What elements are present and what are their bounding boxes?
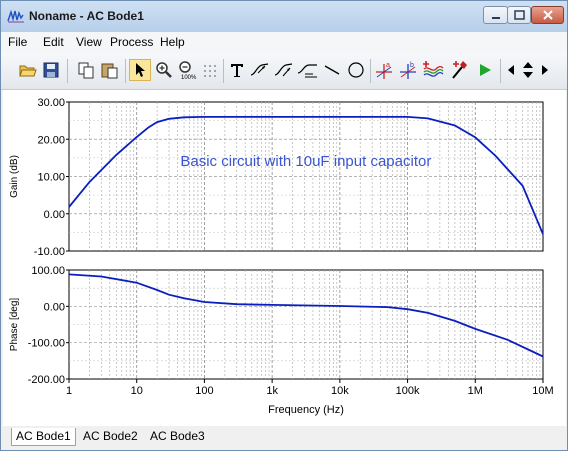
scroll-left-button[interactable] <box>504 59 518 81</box>
window-title: Noname - AC Bode1 <box>29 9 144 23</box>
zoom-100-button[interactable]: 100% <box>176 59 198 81</box>
menu-file[interactable]: File <box>8 35 27 49</box>
cursor-a-icon: a <box>376 62 392 79</box>
y-tick-label: 10.00 <box>37 172 65 184</box>
tab-ac-bode3[interactable]: AC Bode3 <box>146 428 209 446</box>
chart-annotation: Basic circuit with 10uF input capacitor <box>180 153 431 170</box>
close-button[interactable] <box>531 6 564 24</box>
add-trace-icon <box>423 61 444 77</box>
line-tool-button[interactable] <box>321 59 343 81</box>
maximize-button[interactable] <box>507 6 531 24</box>
toolbar-separator <box>370 59 371 83</box>
menu-bar: File Edit View Process Help <box>1 32 567 53</box>
y-tick-label: -10.00 <box>34 246 65 258</box>
copy-button[interactable] <box>75 59 97 81</box>
cursor-a-button[interactable]: a <box>373 59 395 81</box>
paste-icon <box>101 63 118 79</box>
svg-text:b: b <box>410 62 414 69</box>
text-tool-button[interactable] <box>226 59 248 81</box>
scroll-updown-button[interactable] <box>519 59 537 81</box>
menu-help[interactable]: Help <box>160 35 185 49</box>
toolbar: 100% a b <box>1 53 567 90</box>
label-icon <box>297 64 317 78</box>
maximize-icon <box>514 10 525 20</box>
menu-process[interactable]: Process <box>110 35 153 49</box>
scroll-left-icon <box>508 65 514 75</box>
run-icon <box>480 64 491 76</box>
zoom-in-button[interactable] <box>153 59 175 81</box>
grid-button[interactable] <box>200 59 222 81</box>
x-tick-label: 100 <box>195 385 213 397</box>
probe-icon <box>452 61 467 79</box>
y-tick-label: 30.00 <box>37 97 65 109</box>
y-axis-label: Gain (dB) <box>9 155 20 198</box>
tab-ac-bode2[interactable]: AC Bode2 <box>79 428 142 446</box>
plot-area[interactable]: 30.00 20.00 10.00 0.00 -10.00 Gain (dB) Basic … <box>3 90 566 426</box>
paste-button[interactable] <box>99 59 121 81</box>
x-axis-label: Frequency (Hz) <box>268 404 344 416</box>
svg-text:100%: 100% <box>181 75 197 80</box>
y-tick-label: 100.00 <box>31 265 65 277</box>
y-tick-label: 0.00 <box>44 209 65 221</box>
pointer-button[interactable] <box>129 59 151 81</box>
ellipse-tool-button[interactable] <box>345 59 367 81</box>
grid-icon <box>204 65 216 77</box>
x-tick-label: 10M <box>532 385 553 397</box>
x-tick-label: 100k <box>396 385 420 397</box>
toolbar-separator <box>67 59 68 83</box>
x-tick-label: 1k <box>266 385 278 397</box>
close-icon <box>543 10 553 20</box>
toolbar-separator <box>223 59 224 83</box>
probe-button[interactable] <box>448 59 470 81</box>
toolbar-separator <box>125 59 126 83</box>
tab-ac-bode1[interactable]: AC Bode1 <box>11 428 76 446</box>
ellipse-tool-icon <box>348 62 364 78</box>
y-tick-label: 20.00 <box>37 134 65 146</box>
y-axis-label: Phase [deg] <box>9 298 20 352</box>
menu-edit[interactable]: Edit <box>43 35 64 49</box>
svg-text:a: a <box>386 62 390 69</box>
cursor-b-button[interactable]: b <box>397 59 419 81</box>
cursor-trace-button[interactable] <box>249 59 271 81</box>
label-button[interactable] <box>297 59 319 81</box>
cursor-b-icon: b <box>400 62 416 79</box>
text-tool-icon <box>231 64 243 77</box>
save-icon <box>43 62 59 78</box>
x-tick-label: 1M <box>468 385 483 397</box>
open-button[interactable] <box>17 59 39 81</box>
title-bar[interactable]: Noname - AC Bode1 <box>1 1 567 33</box>
line-tool-icon <box>324 65 340 75</box>
cursor-trace-2-button[interactable] <box>273 59 295 81</box>
cursor-trace-icon <box>250 63 269 76</box>
y-tick-label: -100.00 <box>28 338 65 350</box>
run-button[interactable] <box>474 59 496 81</box>
x-tick-label: 10 <box>131 385 143 397</box>
open-folder-icon <box>19 65 37 77</box>
save-button[interactable] <box>40 59 62 81</box>
app-window: Noname - AC Bode1 File Edit View Process… <box>0 0 568 451</box>
zoom-100-icon: 100% <box>179 61 197 80</box>
tab-bar: AC Bode1 AC Bode2 AC Bode3 <box>3 426 566 450</box>
toolbar-separator <box>500 59 501 83</box>
x-tick-label: 1 <box>66 385 72 397</box>
add-trace-button[interactable] <box>422 59 444 81</box>
x-tick-label: 10k <box>331 385 349 397</box>
y-tick-label: 0.00 <box>44 301 65 313</box>
scroll-updown-icon <box>523 62 533 78</box>
cursor-trace-2-icon <box>274 63 293 77</box>
scroll-right-button[interactable] <box>538 59 552 81</box>
pointer-icon <box>136 63 145 77</box>
minimize-button[interactable] <box>483 6 508 24</box>
menu-view[interactable]: View <box>76 35 102 49</box>
copy-icon <box>78 62 94 79</box>
minimize-icon <box>492 17 500 19</box>
scroll-right-icon <box>542 65 548 75</box>
zoom-in-icon <box>156 62 172 78</box>
y-tick-label: -200.00 <box>28 374 65 386</box>
bode-plot[interactable]: 30.0020.0010.000.00-10.00Gain (dB) Basic … <box>3 90 566 426</box>
app-icon <box>7 9 24 23</box>
